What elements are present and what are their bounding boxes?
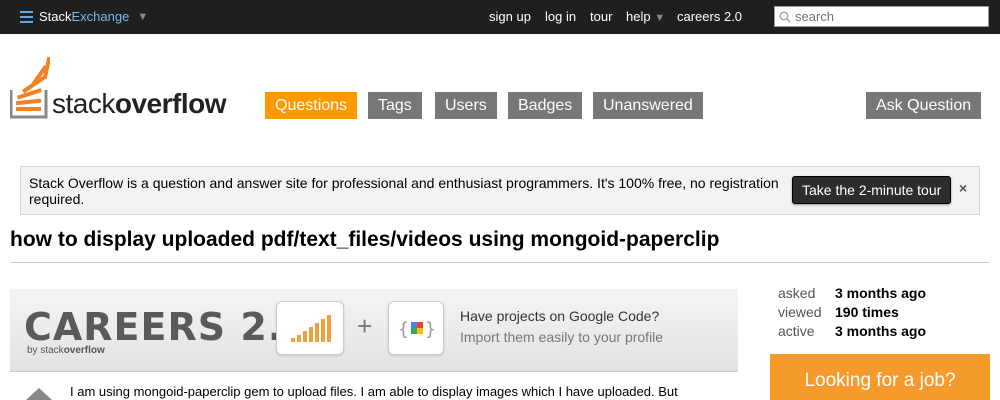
careers-link[interactable]: careers 2.0 bbox=[677, 9, 742, 24]
careers-by-overflow: overflow bbox=[63, 345, 105, 356]
asked-value: 3 months ago bbox=[835, 285, 927, 301]
vote-up-icon[interactable] bbox=[26, 388, 52, 400]
nav-tags[interactable]: Tags bbox=[368, 92, 422, 119]
nav-questions[interactable]: Questions bbox=[265, 92, 358, 119]
nav-users[interactable]: Users bbox=[435, 92, 497, 119]
careers-by-line: by stackoverflow bbox=[27, 345, 105, 356]
careers-subline: Import them easily to your profile bbox=[460, 329, 664, 345]
job-ad-box[interactable]: Looking for a job? bbox=[770, 354, 990, 400]
help-label: help bbox=[626, 9, 651, 24]
stackexchange-icon bbox=[20, 10, 33, 23]
active-value[interactable]: 3 months ago bbox=[835, 322, 926, 341]
signal-bars-icon bbox=[291, 315, 331, 342]
careers-banner[interactable]: CAREERS 2.0 by stackoverflow + { } Have … bbox=[10, 289, 738, 372]
close-icon[interactable]: × bbox=[959, 180, 967, 196]
caret-down-icon: ▼ bbox=[137, 10, 149, 23]
careers-by-label: by bbox=[27, 345, 38, 356]
ask-question-button[interactable]: Ask Question bbox=[866, 92, 982, 119]
tour-link[interactable]: tour bbox=[590, 9, 612, 24]
stackexchange-menu[interactable]: Stack Exchange ▼ bbox=[20, 9, 148, 24]
careers-headline: Have projects on Google Code? bbox=[460, 308, 660, 324]
nav-unanswered[interactable]: Unanswered bbox=[593, 92, 703, 119]
logo-stack: stack bbox=[52, 88, 115, 119]
take-tour-button[interactable]: Take the 2-minute tour bbox=[792, 176, 952, 204]
question-body: I am using mongoid-paperclip gem to uplo… bbox=[70, 384, 678, 399]
caret-down-icon: ▼ bbox=[654, 12, 666, 24]
viewed-label: viewed bbox=[778, 304, 822, 320]
brand-exchange: Exchange bbox=[71, 9, 130, 24]
question-title[interactable]: how to display uploaded pdf/text_files/v… bbox=[10, 228, 719, 252]
brand-stack: Stack bbox=[39, 9, 72, 24]
careers-by-stack: stack bbox=[40, 345, 64, 356]
signup-link[interactable]: sign up bbox=[489, 9, 531, 24]
careers-tile bbox=[276, 301, 344, 355]
google-code-icon: { } bbox=[398, 319, 436, 340]
search-box[interactable] bbox=[774, 6, 989, 27]
svg-text:{: { bbox=[398, 319, 409, 340]
stackoverflow-logo[interactable]: stackoverflow bbox=[10, 56, 250, 120]
search-input[interactable] bbox=[795, 9, 975, 24]
svg-text:}: } bbox=[425, 319, 436, 340]
job-ad-text: Looking for a job? bbox=[804, 370, 956, 391]
top-bar: Stack Exchange ▼ sign up log in tour hel… bbox=[0, 0, 1000, 34]
careers-logo: CAREERS 2.0 bbox=[24, 305, 311, 349]
search-icon bbox=[779, 10, 791, 23]
login-link[interactable]: log in bbox=[545, 9, 576, 24]
google-code-tile: { } bbox=[388, 301, 444, 355]
title-divider bbox=[10, 262, 990, 263]
logo-wordmark: stackoverflow bbox=[52, 88, 227, 120]
viewed-value: 190 times bbox=[835, 304, 899, 320]
nav-badges[interactable]: Badges bbox=[508, 92, 583, 119]
logo-overflow: overflow bbox=[114, 88, 227, 119]
plus-sign: + bbox=[357, 311, 373, 341]
question-stats: asked 3 months ago viewed 190 times active… bbox=[778, 284, 926, 341]
help-menu[interactable]: help ▼ bbox=[626, 9, 665, 24]
active-label: active bbox=[778, 323, 815, 339]
asked-label: asked bbox=[778, 285, 816, 301]
notice-text: Stack Overflow is a question and answer … bbox=[29, 175, 779, 207]
stackoverflow-logo-icon bbox=[10, 56, 50, 119]
welcome-notice: Stack Overflow is a question and answer … bbox=[20, 166, 980, 215]
